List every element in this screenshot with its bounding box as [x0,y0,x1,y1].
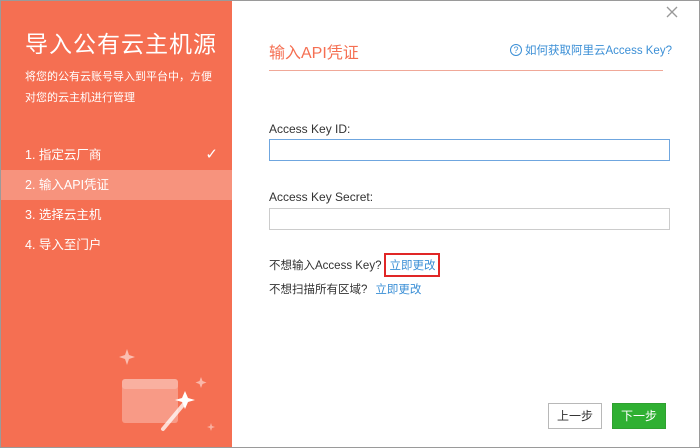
step-label: 2. 输入API凭证 [25,178,110,192]
previous-button[interactable]: 上一步 [548,403,602,429]
access-key-id-label: Access Key ID: [269,122,351,136]
step-label: 1. 指定云厂商 [25,148,102,162]
step-enter-api-credentials[interactable]: 2. 输入API凭证 [1,170,232,200]
magic-wand-card-icon [119,349,215,431]
step-specify-vendor[interactable]: 1. 指定云厂商 ✓ [1,140,232,170]
change-now-link-regions[interactable]: 立即更改 [375,281,421,297]
section-title: 输入API凭证 [269,45,359,62]
title-divider [269,70,663,71]
checkmark-icon: ✓ [205,146,218,163]
wizard-steps: 1. 指定云厂商 ✓ 2. 输入API凭证 3. 选择云主机 4. 导入至门户 [1,140,232,260]
close-icon[interactable] [665,5,679,19]
help-link[interactable]: ? 如何获取阿里云Access Key? [510,42,672,58]
no-access-key-text: 不想输入Access Key? [269,260,382,272]
access-key-secret-label: Access Key Secret: [269,190,374,204]
no-access-key-row: 不想输入Access Key? 立即更改 [269,253,441,277]
wizard-title: 导入公有云主机源 [25,32,217,58]
wizard-sidebar: 导入公有云主机源 将您的公有云账号导入到平台中，方便对您的云主机进行管理 1. … [1,1,232,447]
next-button[interactable]: 下一步 [612,403,666,429]
access-key-secret-input[interactable] [269,208,670,230]
question-circle-icon: ? [510,44,522,56]
step-label: 4. 导入至门户 [25,238,102,252]
no-scan-regions-row: 不想扫描所有区域? 立即更改 [269,281,421,297]
step-label: 3. 选择云主机 [25,208,102,222]
import-dialog: 导入公有云主机源 将您的公有云账号导入到平台中，方便对您的云主机进行管理 1. … [0,0,700,448]
change-now-link-access-key[interactable]: 立即更改 [384,253,441,277]
wizard-description: 将您的公有云账号导入到平台中，方便对您的云主机进行管理 [25,71,212,104]
access-key-id-input[interactable] [269,139,670,161]
help-link-text: 如何获取阿里云Access Key? [525,45,672,57]
step-import-to-portal[interactable]: 4. 导入至门户 [1,230,232,260]
step-select-hosts[interactable]: 3. 选择云主机 [1,200,232,230]
no-scan-regions-text: 不想扫描所有区域? [269,284,368,296]
